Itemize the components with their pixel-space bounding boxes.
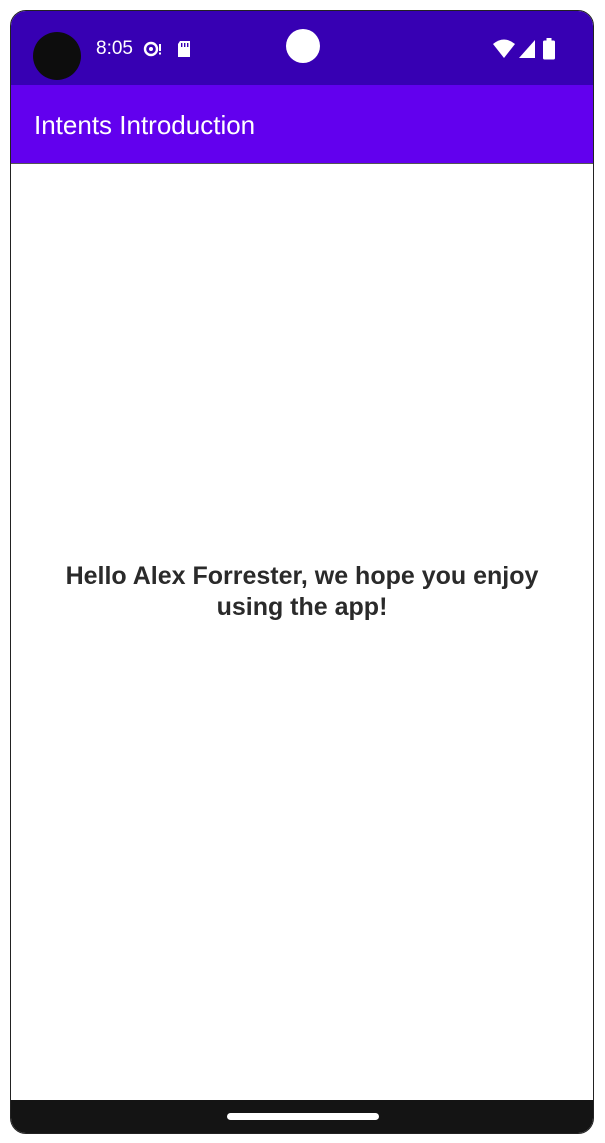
app-title: Intents Introduction [34,110,256,140]
wifi-icon [493,39,515,58]
device-frame: 8:05 Intents Introduction Hello Alex For… [10,10,594,1134]
welcome-message: Hello Alex Forrester, we hope you enjoy … [65,562,539,621]
sd-card-icon [178,41,190,57]
camera-hole [33,32,81,80]
cell-signal-icon [519,40,535,58]
battery-icon [543,38,555,60]
navigation-bar [11,1100,593,1133]
status-bar: 8:05 [11,11,593,85]
home-gesture-handle[interactable] [227,1113,379,1120]
main-content: Hello Alex Forrester, we hope you enjoy … [11,164,593,1101]
sync-alert-icon [143,41,161,57]
app-bar: Intents Introduction [11,85,593,164]
status-time: 8:05 [96,38,133,59]
front-sensor [286,29,320,63]
